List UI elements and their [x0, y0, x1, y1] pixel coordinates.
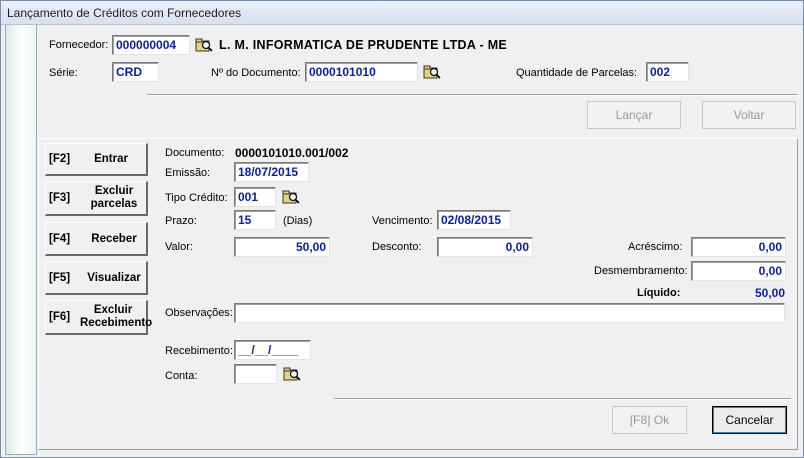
- entrar-label: Entrar: [94, 153, 128, 165]
- receber-button[interactable]: [F4] Receber: [45, 222, 148, 256]
- documento-number-field[interactable]: 0000101010: [305, 62, 418, 82]
- receber-key: [F4]: [49, 232, 71, 245]
- fornecedor-label: Fornecedor:: [49, 39, 109, 51]
- prazo-unit: (Dias): [283, 215, 313, 227]
- prazo-field[interactable]: 15: [234, 210, 276, 230]
- valor-label: Valor:: [165, 241, 193, 253]
- serie-field[interactable]: CRD: [112, 62, 159, 82]
- fornecedor-code-field[interactable]: 000000004: [112, 35, 190, 55]
- main-window: Lançamento de Créditos com Fornecedores …: [0, 0, 804, 458]
- desmembramento-label: Desmembramento:: [594, 265, 688, 277]
- parcelas-field[interactable]: 002: [646, 62, 689, 82]
- receber-label: Receber: [91, 232, 137, 245]
- excluir-parcelas-key: [F3]: [49, 192, 71, 204]
- recebimento-field[interactable]: __/__/____: [234, 340, 311, 360]
- excluir-parcelas-label: Excluir parcelas: [90, 185, 138, 210]
- observacoes-label: Observações:: [165, 307, 233, 319]
- desmembramento-field[interactable]: 0,00: [691, 261, 786, 281]
- title-bar: Lançamento de Créditos com Fornecedores: [1, 1, 803, 25]
- fornecedor-name: L. M. INFORMATICA DE PRUDENTE LTDA - ME: [219, 38, 508, 52]
- visualizar-label: Visualizar: [87, 271, 141, 284]
- conta-label: Conta:: [165, 370, 198, 382]
- lancar-button[interactable]: Lançar: [587, 101, 681, 129]
- cancelar-button[interactable]: Cancelar: [712, 406, 787, 434]
- detail-documento-label: Documento:: [165, 147, 225, 159]
- left-decorative-bar: [5, 25, 37, 455]
- conta-lookup-icon[interactable]: [283, 366, 301, 382]
- tipo-credito-field[interactable]: 001: [234, 187, 276, 207]
- conta-field[interactable]: [234, 364, 277, 384]
- recebimento-label: Recebimento:: [165, 345, 233, 357]
- emissao-field[interactable]: 18/07/2015: [234, 162, 309, 182]
- tipo-credito-label: Tipo Crédito:: [165, 192, 228, 204]
- acrescimo-field[interactable]: 0,00: [691, 237, 786, 257]
- acrescimo-label: Acréscimo:: [628, 241, 683, 253]
- excluir-recebimento-button[interactable]: [F6] Excluir Recebimento: [45, 300, 153, 335]
- detail-panel: [38, 138, 798, 450]
- visualizar-key: [F5]: [49, 271, 71, 284]
- window-title: Lançamento de Créditos com Fornecedores: [7, 6, 242, 20]
- desconto-label: Desconto:: [372, 241, 422, 253]
- entrar-key: [F2]: [49, 153, 71, 165]
- vencimento-label: Vencimento:: [372, 215, 433, 227]
- tipo-credito-lookup-icon[interactable]: [282, 189, 300, 205]
- observacoes-field[interactable]: [234, 303, 785, 323]
- emissao-label: Emissão:: [165, 167, 211, 179]
- entrar-button[interactable]: [F2] Entrar: [45, 143, 148, 176]
- liquido-label: Líquido:: [637, 287, 681, 299]
- documento-number-label: Nº do Documento:: [211, 67, 301, 79]
- serie-label: Série:: [49, 67, 78, 79]
- valor-field[interactable]: 50,00: [234, 237, 330, 257]
- excluir-recebimento-label: Excluir Recebimento: [80, 304, 153, 329]
- footer-separator: [334, 398, 791, 400]
- header-separator: [147, 94, 798, 96]
- excluir-recebimento-key: [F6]: [49, 311, 71, 323]
- fornecedor-lookup-icon[interactable]: [195, 37, 213, 53]
- visualizar-button[interactable]: [F5] Visualizar: [45, 261, 148, 295]
- parcelas-label: Quantidade de Parcelas:: [516, 67, 638, 79]
- excluir-parcelas-button[interactable]: [F3] Excluir parcelas: [45, 181, 148, 216]
- documento-lookup-icon[interactable]: [423, 64, 441, 80]
- liquido-value: 50,00: [754, 286, 785, 300]
- voltar-button[interactable]: Voltar: [702, 101, 796, 129]
- desconto-field[interactable]: 0,00: [437, 237, 533, 257]
- vencimento-field[interactable]: 02/08/2015: [437, 210, 511, 230]
- ok-button[interactable]: [F8] Ok: [612, 406, 687, 434]
- detail-documento-value: 0000101010.001/002: [235, 146, 349, 160]
- prazo-label: Prazo:: [165, 215, 197, 227]
